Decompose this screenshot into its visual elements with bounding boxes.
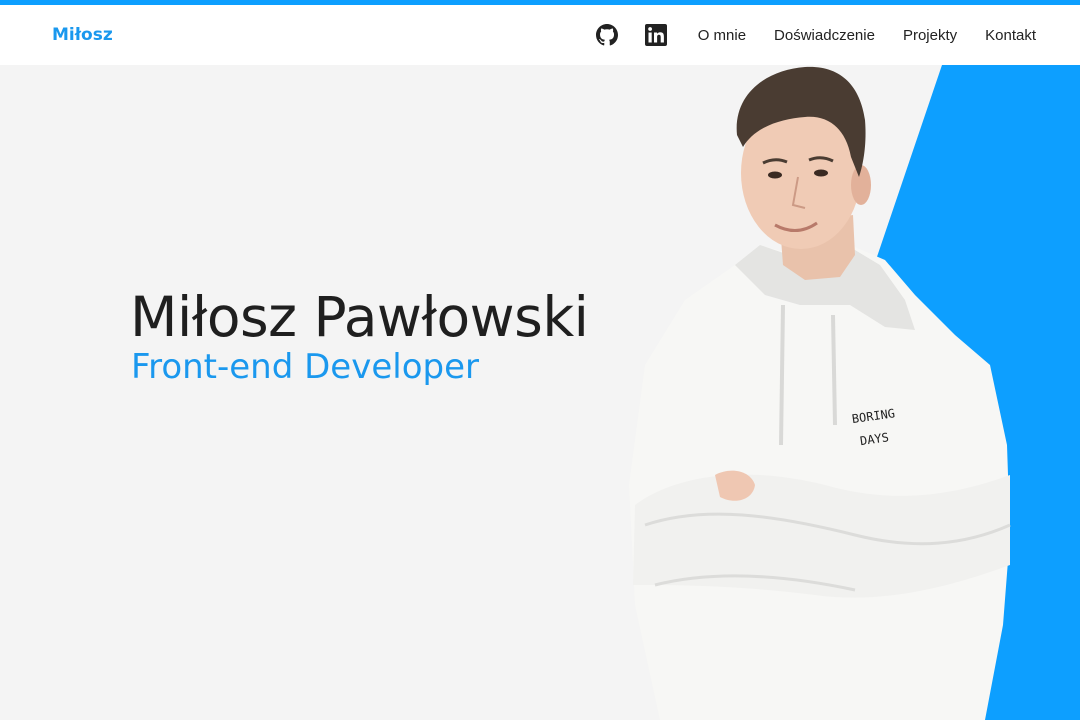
portrait-photo: BORING DAYS <box>629 66 1011 720</box>
nav-link-experience[interactable]: Doświadczenie <box>774 27 875 44</box>
nav-link-projects[interactable]: Projekty <box>903 27 957 44</box>
brand-link[interactable]: Miłosz <box>52 5 113 65</box>
nav-link-about[interactable]: O mnie <box>698 27 746 44</box>
hero-section: BORING DAYS Miłosz Pawłowski Front-end D… <box>0 65 1080 720</box>
nav-menu: O mnie Doświadczenie Projekty Kontakt <box>595 5 1036 65</box>
nav-link-contact[interactable]: Kontakt <box>985 27 1036 44</box>
linkedin-icon[interactable] <box>644 24 667 46</box>
hero-name: Miłosz Pawłowski <box>130 285 589 349</box>
hero-role: Front-end Developer <box>131 347 479 387</box>
github-icon[interactable] <box>595 24 618 46</box>
navbar: Miłosz O mnie Doświadczenie Projekty Kon… <box>0 5 1080 65</box>
